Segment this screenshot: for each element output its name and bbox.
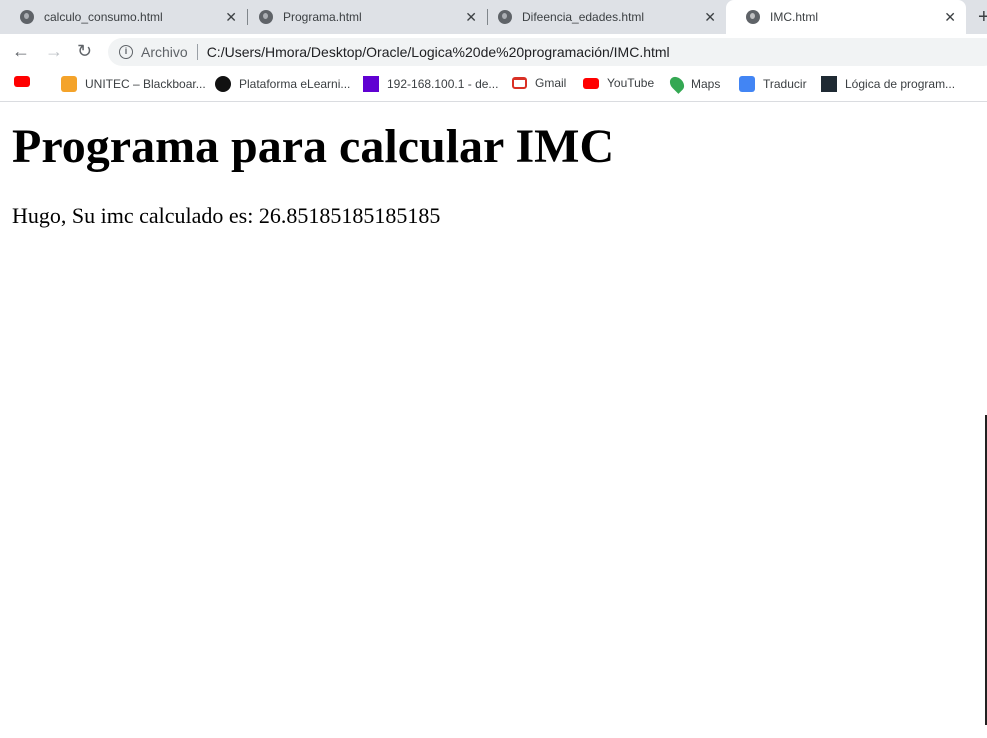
toolbar: ← → ↻ i Archivo C:/Users/Hmora/Desktop/O… bbox=[0, 34, 987, 70]
gmail-icon bbox=[512, 77, 527, 89]
forward-button[interactable]: → bbox=[45, 41, 63, 62]
a-logo-icon bbox=[821, 76, 837, 92]
bookmark-maps[interactable]: Maps bbox=[667, 74, 721, 94]
divider bbox=[196, 44, 198, 60]
new-tab-button[interactable]: + bbox=[978, 6, 987, 29]
globe-icon bbox=[20, 10, 34, 24]
bookmark-label: Gmail bbox=[535, 76, 567, 90]
bookmarks-bar: UNITEC – Blackboar... Plataforma eLearni… bbox=[0, 70, 987, 102]
page-title: Programa para calcular IMC bbox=[12, 120, 615, 173]
address-bar[interactable]: i Archivo C:/Users/Hmora/Desktop/Oracle/… bbox=[108, 38, 987, 66]
info-icon[interactable]: i bbox=[119, 45, 133, 59]
bookmark-youtube[interactable]: YouTube bbox=[583, 76, 654, 90]
bookmark-label: Lógica de program... bbox=[845, 77, 956, 91]
youtube-icon bbox=[583, 77, 599, 89]
bookmark-logica[interactable]: Lógica de program... bbox=[821, 76, 955, 92]
youtube-icon bbox=[14, 76, 30, 87]
imc-result-text: Hugo, Su imc calculado es: 26.8518518518… bbox=[12, 203, 441, 228]
globe-icon bbox=[746, 10, 760, 24]
close-icon[interactable]: ✕ bbox=[944, 9, 956, 26]
scheme-label: Archivo bbox=[141, 44, 188, 60]
url-text[interactable]: C:/Users/Hmora/Desktop/Oracle/Logica%20d… bbox=[207, 44, 670, 60]
bookmark-traducir[interactable]: Traducir bbox=[739, 76, 807, 92]
bookmark-gmail[interactable]: Gmail bbox=[512, 76, 566, 90]
bookmark-label: Plataforma eLearni... bbox=[239, 77, 351, 91]
globe-icon bbox=[259, 10, 273, 24]
bookmark-plataforma[interactable]: Plataforma eLearni... bbox=[215, 76, 350, 92]
tab-imc[interactable]: IMC.html ✕ bbox=[726, 0, 966, 34]
pencil-icon bbox=[61, 76, 77, 92]
bookmark-label: Maps bbox=[691, 77, 721, 91]
yahoo-icon bbox=[363, 76, 379, 92]
tab-strip: calculo_consumo.html ✕ Programa.html ✕ D… bbox=[0, 0, 987, 34]
tab-title: Programa.html bbox=[283, 10, 362, 24]
bookmark-label: UNITEC – Blackboar... bbox=[85, 77, 206, 91]
close-icon[interactable]: ✕ bbox=[225, 9, 237, 26]
bookmark-unitec[interactable]: UNITEC – Blackboar... bbox=[61, 76, 206, 92]
translate-icon bbox=[739, 76, 755, 92]
tab-calculo-consumo[interactable]: calculo_consumo.html ✕ bbox=[0, 0, 248, 34]
close-icon[interactable]: ✕ bbox=[465, 9, 477, 26]
maps-pin-icon bbox=[667, 74, 687, 94]
globe-icon bbox=[498, 10, 512, 24]
bookmark-label: Traducir bbox=[763, 77, 807, 91]
tab-title: Difeencia_edades.html bbox=[522, 10, 645, 24]
tab-title: IMC.html bbox=[770, 10, 818, 24]
bookmark-label: 192-168.100.1 - de... bbox=[387, 77, 499, 91]
bookmark-label: YouTube bbox=[607, 76, 655, 90]
back-button[interactable]: ← bbox=[12, 41, 30, 62]
close-icon[interactable]: ✕ bbox=[704, 9, 716, 26]
bookmark-router[interactable]: 192-168.100.1 - de... bbox=[363, 76, 498, 92]
tab-title: calculo_consumo.html bbox=[44, 10, 163, 24]
bookmark-youtube-icon-only[interactable] bbox=[14, 76, 38, 87]
reload-button[interactable]: ↻ bbox=[77, 41, 92, 62]
tab-diferencia-edades[interactable]: Difeencia_edades.html ✕ bbox=[478, 0, 726, 34]
code-logo-icon bbox=[215, 76, 231, 92]
tab-programa[interactable]: Programa.html ✕ bbox=[239, 0, 488, 34]
